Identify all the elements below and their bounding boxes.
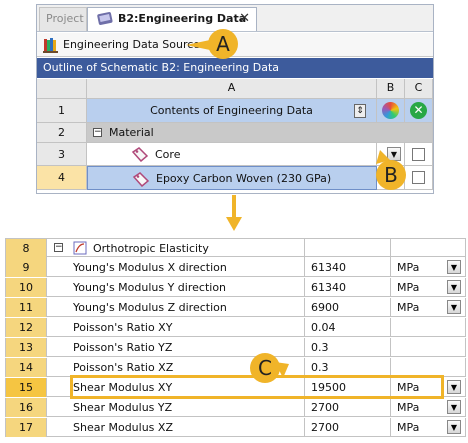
row-number: 17: [5, 418, 47, 437]
row-number: 10: [5, 278, 47, 297]
row-number: 12: [5, 318, 47, 337]
material-tag-icon: [132, 171, 150, 189]
unit-select[interactable]: MPa ▼: [391, 418, 466, 437]
unit-label: MPa: [397, 261, 420, 274]
tab-project[interactable]: Project: [39, 7, 87, 31]
callout-b-pointer: [376, 150, 390, 164]
material-name: Epoxy Carbon Woven (230 GPa) Prepreg: [156, 172, 332, 185]
callout-a-pointer: [186, 40, 210, 50]
row-number: 16: [5, 398, 47, 417]
unit-label: MPa: [397, 281, 420, 294]
material-label: Material: [109, 126, 154, 139]
table-row[interactable]: 9 Young's Modulus X direction 61340 MPa ▼: [5, 258, 466, 277]
table-row[interactable]: 13 Poisson's Ratio YZ 0.3: [5, 338, 466, 357]
suppress-checkbox[interactable]: [412, 148, 425, 161]
engineering-data-panel: Project B2:Engineering Data ✕ Engineerin…: [36, 4, 434, 194]
table-row[interactable]: 10 Young's Modulus Y direction 61340 MPa…: [5, 278, 466, 297]
value-field[interactable]: 61340: [305, 278, 391, 297]
dropdown-arrow-icon[interactable]: ▼: [447, 260, 461, 274]
material-row-epoxy[interactable]: Epoxy Carbon Woven (230 GPa) Prepreg: [87, 166, 377, 190]
library-books-icon: [43, 37, 59, 60]
tab-bar: Project B2:Engineering Data ✕: [37, 5, 433, 32]
table-row[interactable]: 17 Shear Modulus XZ 2700 MPa ▼: [5, 418, 466, 437]
property-name: Shear Modulus XZ: [47, 418, 305, 437]
contents-label: Contents of Engineering Data: [150, 104, 313, 117]
column-header-b[interactable]: B: [377, 79, 405, 99]
property-name: Young's Modulus Z direction: [47, 298, 305, 317]
contents-header-cell: Contents of Engineering Data ⇕: [87, 99, 377, 123]
corner-cell: [37, 79, 87, 99]
callout-a: A: [208, 29, 238, 59]
dropdown-arrow-icon[interactable]: ▼: [447, 280, 461, 294]
sources-label: Engineering Data Sources: [63, 38, 206, 51]
property-name: Young's Modulus Y direction: [47, 278, 305, 297]
engineering-data-tab-icon: [96, 11, 114, 35]
tab-label: B2:Engineering Data: [118, 12, 247, 25]
group-label: Orthotropic Elasticity: [93, 242, 209, 255]
value-field[interactable]: 6900: [305, 298, 391, 317]
tab-engineering-data[interactable]: B2:Engineering Data ✕: [87, 7, 257, 31]
orthotropic-elasticity-icon: [73, 241, 87, 258]
suppress-cell: [405, 166, 433, 190]
row-number: 9: [5, 258, 47, 277]
row-number: 8: [5, 239, 47, 258]
green-x-icon: ✕: [410, 102, 427, 119]
properties-table: 8 − Orthotropic Elasticity 9 Young's Mod…: [5, 238, 466, 438]
unit-label: MPa: [397, 421, 420, 434]
table-row[interactable]: 12 Poisson's Ratio XY 0.04: [5, 318, 466, 337]
material-row-core[interactable]: Core: [87, 143, 377, 166]
unit-select[interactable]: MPa ▼: [391, 298, 466, 317]
row-number: 14: [5, 358, 47, 377]
table-row[interactable]: 8 − Orthotropic Elasticity: [5, 238, 466, 258]
unit-label: MPa: [397, 401, 420, 414]
value-cell: [305, 239, 391, 258]
arrow-down-icon: [226, 195, 242, 231]
dropdown-arrow-icon[interactable]: ▼: [447, 380, 461, 394]
collapse-icon[interactable]: −: [54, 243, 63, 252]
property-name-cell: − Orthotropic Elasticity: [47, 239, 305, 258]
suppress-cell: [405, 143, 433, 166]
color-cell: [377, 99, 405, 123]
value-field[interactable]: 0.04: [305, 318, 391, 337]
dropdown-arrow-icon[interactable]: ▼: [447, 420, 461, 434]
unit-cell: [391, 318, 466, 337]
row-number: 2: [37, 123, 87, 143]
table-row[interactable]: 11 Young's Modulus Z direction 6900 MPa ▼: [5, 298, 466, 317]
row-number-selected: 4: [37, 166, 87, 190]
callout-c: C: [250, 353, 280, 383]
unit-select[interactable]: MPa ▼: [391, 258, 466, 277]
collapse-icon[interactable]: −: [93, 128, 102, 137]
table-row[interactable]: 16 Shear Modulus YZ 2700 MPa ▼: [5, 398, 466, 417]
unit-select[interactable]: MPa ▼: [391, 278, 466, 297]
property-name: Shear Modulus YZ: [47, 398, 305, 417]
property-name: Poisson's Ratio XY: [47, 318, 305, 337]
unit-cell: [391, 338, 466, 357]
property-name: Young's Modulus X direction: [47, 258, 305, 277]
value-field[interactable]: 61340: [305, 258, 391, 277]
unit-cell: [391, 239, 466, 258]
material-group-row[interactable]: − Material: [87, 123, 433, 143]
value-field[interactable]: 0.3: [305, 338, 391, 357]
color-wheel-icon: [382, 102, 399, 119]
material-tag-icon: [131, 146, 149, 165]
unit-select[interactable]: MPa ▼: [391, 398, 466, 417]
suppress-cell: ✕: [405, 99, 433, 123]
row-number: 3: [37, 143, 87, 166]
column-header-a[interactable]: A: [87, 79, 377, 99]
unit-label: MPa: [397, 301, 420, 314]
dropdown-arrow-icon[interactable]: ▼: [447, 400, 461, 414]
column-header-c[interactable]: C: [405, 79, 433, 99]
row-number: 1: [37, 99, 87, 123]
dropdown-arrow-icon[interactable]: ▼: [447, 300, 461, 314]
value-field[interactable]: 2700: [305, 398, 391, 417]
suppress-checkbox[interactable]: [412, 171, 425, 184]
row-number: 11: [5, 298, 47, 317]
close-icon[interactable]: ✕: [239, 8, 250, 30]
row-number: 13: [5, 338, 47, 357]
outline-title: Outline of Schematic B2: Engineering Dat…: [37, 58, 433, 78]
material-name: Core: [155, 148, 181, 161]
sort-icon[interactable]: ⇕: [354, 104, 366, 118]
row-number: 15: [5, 378, 47, 397]
value-field[interactable]: 2700: [305, 418, 391, 437]
